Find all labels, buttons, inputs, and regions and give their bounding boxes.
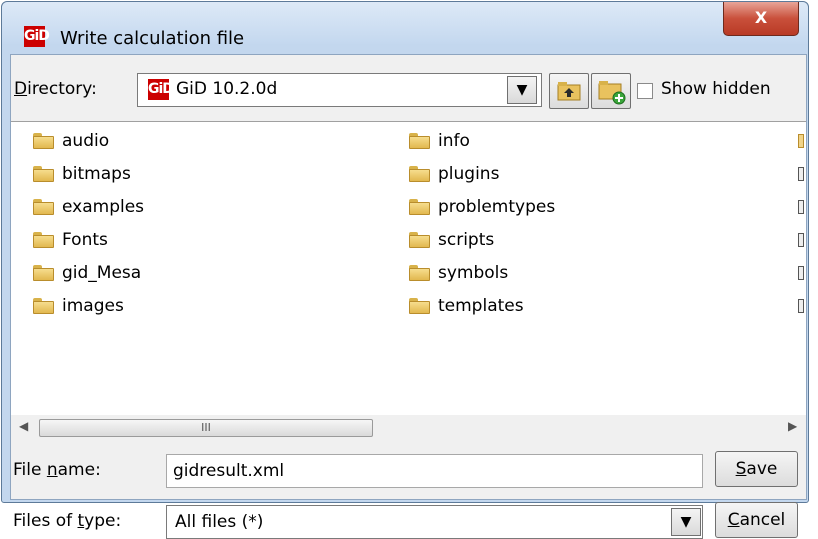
folder-item[interactable]: audio bbox=[33, 128, 109, 154]
file-type-value: All files (*) bbox=[175, 512, 264, 532]
folder-item[interactable]: symbols bbox=[409, 260, 508, 286]
new-folder-button[interactable] bbox=[591, 73, 631, 109]
title-bar[interactable]: GiD Write calculation file X bbox=[2, 2, 808, 49]
folder-item[interactable]: examples bbox=[33, 194, 144, 220]
dialog-title: Write calculation file bbox=[60, 28, 245, 49]
show-hidden-label: Show hidden bbox=[661, 79, 771, 99]
folder-item[interactable]: templates bbox=[409, 293, 524, 319]
file-list[interactable]: audio bitmaps examples Fonts gid_Mesa im… bbox=[11, 121, 806, 417]
folder-icon bbox=[33, 298, 54, 314]
close-button[interactable]: X bbox=[723, 2, 799, 36]
directory-label: Directory: bbox=[14, 79, 97, 99]
directory-dropdown-button[interactable]: ▼ bbox=[507, 76, 537, 104]
folder-item[interactable]: problemtypes bbox=[409, 194, 555, 220]
folder-name: audio bbox=[62, 131, 110, 151]
folder-name: symbols bbox=[438, 263, 509, 283]
directory-value: GiD 10.2.0d bbox=[176, 79, 278, 99]
folder-name: templates bbox=[438, 296, 524, 316]
folder-icon bbox=[33, 265, 54, 281]
folder-icon bbox=[798, 134, 804, 148]
cancel-button[interactable]: Cancel bbox=[715, 502, 798, 538]
file-icon bbox=[798, 266, 804, 280]
horizontal-scrollbar[interactable]: ◀ III ▶ bbox=[11, 415, 806, 441]
folder-icon bbox=[409, 232, 430, 248]
chevron-down-icon: ▼ bbox=[680, 514, 692, 530]
file-name-label: File name: bbox=[13, 460, 101, 480]
folder-item[interactable]: bitmaps bbox=[33, 161, 131, 187]
folder-item[interactable]: scripts bbox=[409, 227, 494, 253]
folder-icon bbox=[33, 232, 54, 248]
folder-icon bbox=[409, 265, 430, 281]
folder-icon bbox=[409, 199, 430, 215]
gid-logo-icon: GiD bbox=[24, 26, 50, 47]
directory-row: Directory: GiD GiD 10.2.0d ▼ Show hidden bbox=[11, 73, 806, 109]
folder-name: images bbox=[62, 296, 124, 316]
file-type-label: Files of type: bbox=[13, 511, 122, 531]
new-folder-icon bbox=[598, 81, 626, 105]
folder-name: bitmaps bbox=[62, 164, 131, 184]
folder-name: gid_Mesa bbox=[62, 263, 142, 283]
save-button[interactable]: Save bbox=[715, 451, 798, 487]
file-icon bbox=[798, 233, 804, 247]
folder-name: Fonts bbox=[62, 230, 108, 250]
folder-icon bbox=[409, 166, 430, 182]
save-dialog: GiD Write calculation file X Directory: … bbox=[1, 1, 809, 539]
file-name-input[interactable]: gidresult.xml bbox=[166, 454, 703, 488]
folder-up-icon bbox=[557, 82, 581, 101]
up-folder-button[interactable] bbox=[549, 73, 589, 109]
dialog-body: Directory: GiD GiD 10.2.0d ▼ Show hidden… bbox=[10, 54, 807, 539]
scroll-left-icon[interactable]: ◀ bbox=[19, 419, 28, 433]
scrollbar-thumb[interactable]: III bbox=[39, 419, 373, 437]
folder-name: examples bbox=[62, 197, 145, 217]
show-hidden-checkbox[interactable] bbox=[637, 83, 653, 99]
folder-name: plugins bbox=[438, 164, 500, 184]
file-icon bbox=[798, 299, 804, 313]
file-type-combobox[interactable]: All files (*) bbox=[166, 505, 703, 539]
folder-item[interactable]: gid_Mesa bbox=[33, 260, 141, 286]
file-icon bbox=[798, 200, 804, 214]
directory-combobox[interactable]: GiD GiD 10.2.0d bbox=[137, 73, 542, 107]
folder-item[interactable]: info bbox=[409, 128, 470, 154]
chevron-down-icon: ▼ bbox=[516, 82, 528, 98]
scroll-right-icon[interactable]: ▶ bbox=[788, 419, 797, 433]
folder-name: info bbox=[438, 131, 470, 151]
folder-item[interactable]: images bbox=[33, 293, 124, 319]
folder-icon bbox=[33, 133, 54, 149]
file-type-dropdown-button[interactable]: ▼ bbox=[671, 508, 701, 536]
folder-name: problemtypes bbox=[438, 197, 556, 217]
gid-logo-icon: GiD bbox=[148, 79, 174, 100]
folder-icon bbox=[33, 166, 54, 182]
folder-name: scripts bbox=[438, 230, 495, 250]
folder-item[interactable]: Fonts bbox=[33, 227, 108, 253]
folder-icon bbox=[409, 133, 430, 149]
file-icon bbox=[798, 167, 804, 181]
folder-item[interactable]: plugins bbox=[409, 161, 499, 187]
folder-icon bbox=[409, 298, 430, 314]
folder-icon bbox=[33, 199, 54, 215]
